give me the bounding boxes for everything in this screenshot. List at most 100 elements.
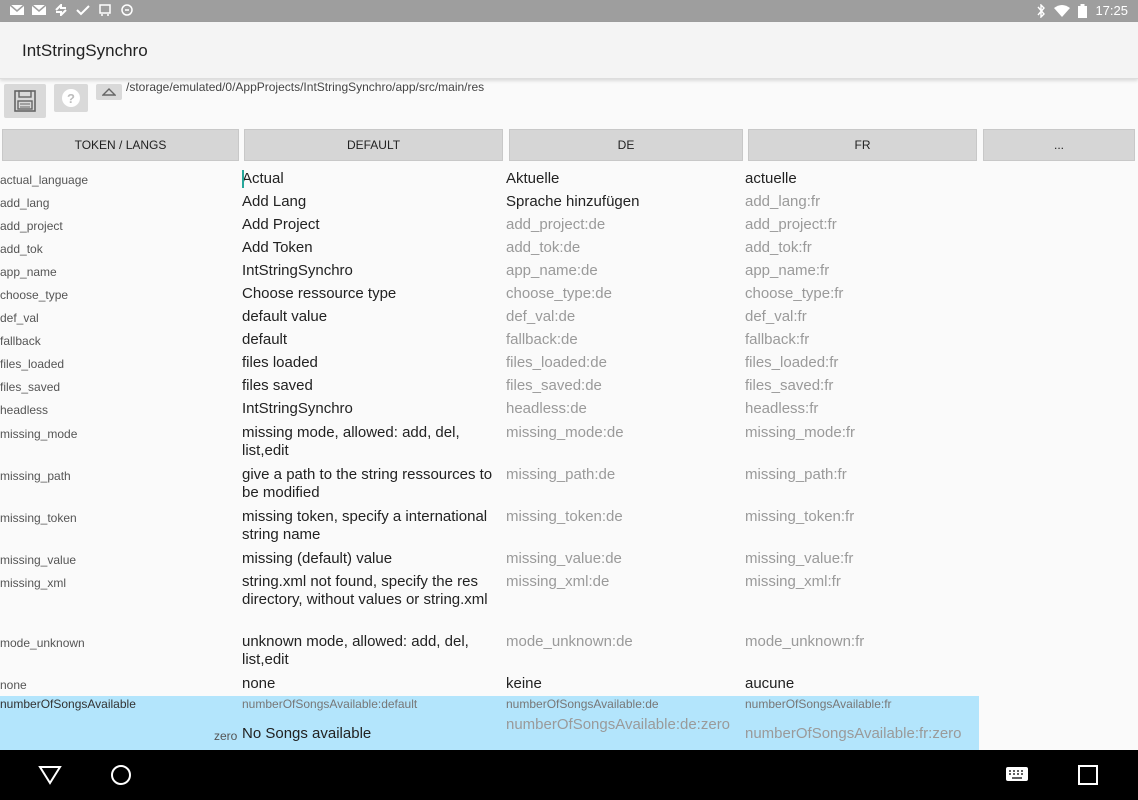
fr-cell[interactable]: files_loaded:fr <box>745 354 977 372</box>
help-button[interactable]: ? <box>54 84 88 112</box>
column-header-fr[interactable]: FR <box>748 129 977 161</box>
save-button[interactable] <box>4 84 46 118</box>
column-header-de[interactable]: DE <box>509 129 743 161</box>
help-icon: ? <box>62 89 80 107</box>
quantity-label: zero <box>214 729 238 743</box>
token-cell: none <box>0 678 27 692</box>
default-cell[interactable]: default value <box>242 308 500 326</box>
svg-text:?: ? <box>67 91 75 106</box>
home-icon[interactable] <box>109 763 133 787</box>
de-cell[interactable]: mode_unknown:de <box>506 633 740 651</box>
fr-cell[interactable]: missing_token:fr <box>745 508 977 526</box>
app-notification-icon <box>99 4 111 16</box>
fr-cell[interactable]: def_val:fr <box>745 308 977 326</box>
default-cell[interactable]: default <box>242 331 500 349</box>
default-cell[interactable]: none <box>242 675 500 693</box>
fr-cell[interactable]: missing_xml:fr <box>745 573 977 591</box>
default-cell[interactable]: Choose ressource type <box>242 285 500 303</box>
default-cell[interactable]: missing (default) value <box>242 550 500 568</box>
de-cell[interactable]: missing_xml:de <box>506 573 740 591</box>
de-cell[interactable]: choose_type:de <box>506 285 740 303</box>
default-cell[interactable]: missing mode, allowed: add, del, list,ed… <box>242 424 500 460</box>
plural-default-cell[interactable]: numberOfSongsAvailable:default <box>242 697 417 711</box>
fr-cell[interactable]: missing_path:fr <box>745 466 977 484</box>
token-cell: missing_mode <box>0 427 78 441</box>
zero-de-cell[interactable]: numberOfSongsAvailable:de:zero <box>506 716 740 750</box>
token-cell: app_name <box>0 265 57 279</box>
default-cell[interactable]: Add Lang <box>242 193 500 211</box>
add-language-button[interactable]: ... <box>983 129 1135 161</box>
de-cell[interactable]: missing_mode:de <box>506 424 740 442</box>
zero-default-cell[interactable]: No Songs available <box>242 725 500 743</box>
mail-icon <box>10 4 24 15</box>
default-cell[interactable]: give a path to the string ressources to … <box>242 466 500 502</box>
battery-icon <box>1078 3 1088 18</box>
fr-cell[interactable]: fallback:fr <box>745 331 977 349</box>
folder-up-button[interactable] <box>96 84 122 100</box>
keyboard-icon[interactable] <box>1005 766 1029 784</box>
column-header-token[interactable]: TOKEN / LANGS <box>2 129 239 161</box>
de-cell[interactable]: keine <box>506 675 740 693</box>
column-header-default[interactable]: DEFAULT <box>244 129 503 161</box>
plural-fr-cell[interactable]: numberOfSongsAvailable:fr <box>745 697 892 711</box>
token-cell: missing_xml <box>0 576 67 590</box>
recents-icon[interactable] <box>1077 764 1099 786</box>
check-icon <box>76 5 90 16</box>
de-cell[interactable]: add_tok:de <box>506 239 740 257</box>
resource-path: /storage/emulated/0/AppProjects/IntStrin… <box>126 80 485 94</box>
default-cell[interactable]: missing token, specify a international s… <box>242 508 500 544</box>
default-cell[interactable]: Actual <box>242 170 500 188</box>
notification-icons <box>10 4 134 16</box>
clock: 17:25 <box>1095 3 1128 18</box>
fr-cell[interactable]: headless:fr <box>745 400 977 418</box>
de-cell[interactable]: headless:de <box>506 400 740 418</box>
fr-cell[interactable]: aucune <box>745 675 977 693</box>
plural-de-cell[interactable]: numberOfSongsAvailable:de <box>506 697 659 711</box>
de-cell[interactable]: fallback:de <box>506 331 740 349</box>
token-cell: files_loaded <box>0 357 65 371</box>
fr-cell[interactable]: actuelle <box>745 170 977 188</box>
fr-cell[interactable]: app_name:fr <box>745 262 977 280</box>
fr-cell[interactable]: files_saved:fr <box>745 377 977 395</box>
default-cell[interactable]: Add Token <box>242 239 500 257</box>
fr-cell[interactable]: add_project:fr <box>745 216 977 234</box>
bluetooth-icon <box>1037 3 1046 18</box>
token-cell: missing_path <box>0 469 71 483</box>
de-cell[interactable]: missing_value:de <box>506 550 740 568</box>
de-cell[interactable]: app_name:de <box>506 262 740 280</box>
zero-fr-cell[interactable]: numberOfSongsAvailable:fr:zero <box>745 725 979 743</box>
fr-cell[interactable]: add_lang:fr <box>745 193 977 211</box>
token-cell: add_lang <box>0 196 50 210</box>
default-cell[interactable]: files saved <box>242 377 500 395</box>
default-cell[interactable]: IntStringSynchro <box>242 400 500 418</box>
back-icon[interactable] <box>38 764 62 786</box>
default-cell[interactable]: IntStringSynchro <box>242 262 500 280</box>
default-cell[interactable]: files loaded <box>242 354 500 372</box>
default-cell[interactable]: unknown mode, allowed: add, del, list,ed… <box>242 633 500 669</box>
app-notification-icon <box>121 4 133 16</box>
fr-cell[interactable]: choose_type:fr <box>745 285 977 303</box>
wifi-icon <box>1054 4 1071 17</box>
token-cell: missing_value <box>0 553 77 567</box>
de-cell[interactable]: Sprache hinzufügen <box>506 193 740 211</box>
app-title: IntStringSynchro <box>22 41 148 60</box>
arrow-up-icon <box>102 88 116 96</box>
fr-cell[interactable]: add_tok:fr <box>745 239 977 257</box>
text-cursor <box>242 170 244 188</box>
token-cell: files_saved <box>0 380 61 394</box>
de-cell[interactable]: files_saved:de <box>506 377 740 395</box>
token-cell: missing_token <box>0 511 77 525</box>
de-cell[interactable]: missing_token:de <box>506 508 740 526</box>
de-cell[interactable]: missing_path:de <box>506 466 740 484</box>
default-cell[interactable]: string.xml not found, specify the res di… <box>242 573 500 609</box>
de-cell[interactable]: def_val:de <box>506 308 740 326</box>
status-bar: 17:25 <box>0 0 1138 22</box>
default-cell[interactable]: Add Project <box>242 216 500 234</box>
fr-cell[interactable]: missing_value:fr <box>745 550 977 568</box>
de-cell[interactable]: add_project:de <box>506 216 740 234</box>
de-cell[interactable]: Aktuelle <box>506 170 740 188</box>
de-cell[interactable]: files_loaded:de <box>506 354 740 372</box>
app-bar: IntStringSynchro <box>0 22 1138 79</box>
fr-cell[interactable]: mode_unknown:fr <box>745 633 977 651</box>
fr-cell[interactable]: missing_mode:fr <box>745 424 977 442</box>
